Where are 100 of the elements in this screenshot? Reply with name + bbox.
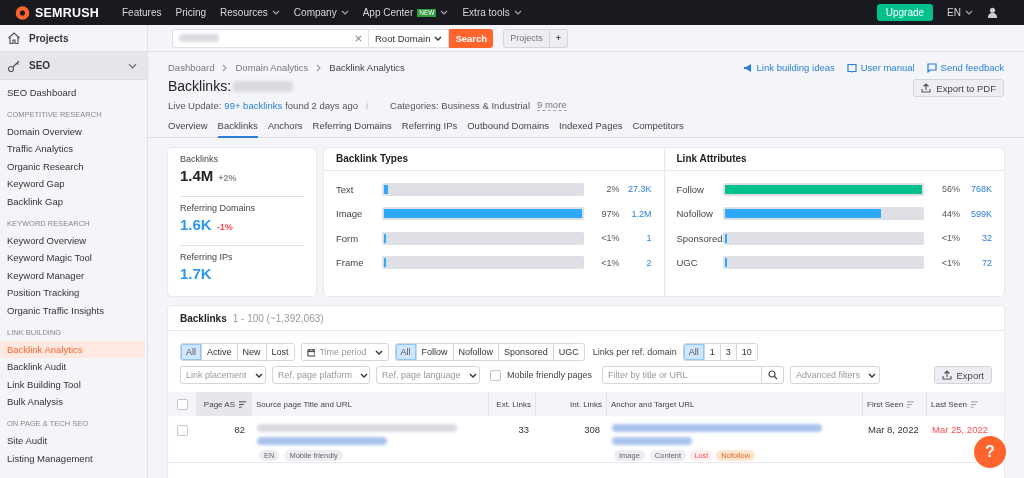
percent-value: <1% <box>600 257 620 268</box>
user-icon[interactable] <box>987 7 998 18</box>
sidebar-item[interactable]: Traffic Analytics <box>0 140 147 158</box>
count-link[interactable]: 768K <box>960 184 992 195</box>
column-header[interactable]: Ext. Links <box>488 392 535 416</box>
select-all-checkbox[interactable] <box>176 398 188 410</box>
sidebar-item[interactable]: Backlink Gap <box>0 192 147 211</box>
upload-icon <box>921 83 932 93</box>
projects-button[interactable]: Projects <box>504 29 549 47</box>
tab[interactable]: Anchors <box>267 119 303 136</box>
header-link[interactable]: Send feedback <box>926 62 1004 73</box>
tab[interactable]: Competitors <box>632 119 684 136</box>
count-link[interactable]: 599K <box>960 208 992 219</box>
tab[interactable]: Referring IPs <box>401 119 458 136</box>
sidebar-item[interactable]: Organic Research <box>0 157 147 176</box>
live-update-text: Live Update: <box>168 99 222 111</box>
export-pdf-button[interactable]: Export to PDF <box>913 79 1004 97</box>
metric-change: -1% <box>216 222 233 232</box>
breadcrumb-link[interactable]: Domain Analytics <box>235 62 309 73</box>
key-icon <box>7 58 21 73</box>
table-title: Backlinks <box>180 312 227 324</box>
row-checkbox[interactable] <box>176 425 188 436</box>
sidebar-item[interactable]: Keyword Manager <box>0 266 147 285</box>
sidebar-item[interactable]: Organic Traffic Insights <box>0 301 147 320</box>
sidebar-item[interactable]: Backlink Audit <box>0 358 147 376</box>
link-type-filter-button[interactable]: All <box>395 344 417 360</box>
tab[interactable]: Backlinks <box>217 119 258 138</box>
nav-menu-item[interactable]: Resources <box>220 7 280 18</box>
percent-value: 56% <box>941 184 960 195</box>
page-title: Backlinks: <box>168 78 232 94</box>
seo-nav-item[interactable]: SEO <box>0 52 147 80</box>
sidebar-item[interactable]: Keyword Gap <box>0 175 147 193</box>
blurred-link[interactable] <box>257 437 387 445</box>
percent-value: <1% <box>600 233 620 244</box>
caret-icon <box>468 372 477 378</box>
caret-icon <box>340 10 349 15</box>
count-link[interactable]: 2 <box>619 257 652 268</box>
nav-menu-item[interactable]: Company <box>293 7 349 18</box>
close-icon[interactable] <box>355 34 362 42</box>
search-icon <box>767 370 778 380</box>
sidebar-item[interactable]: Bulk Analysis <box>0 393 147 411</box>
checkbox[interactable] <box>490 369 501 381</box>
column-header[interactable]: Last Seen <box>926 392 1004 416</box>
nav-menu-item[interactable]: Pricing <box>175 7 207 18</box>
tab[interactable]: Referring Domains <box>312 119 392 136</box>
count-link[interactable]: 27.3K <box>619 184 652 195</box>
bar-label: Text <box>336 183 355 195</box>
filter-field[interactable]: Filter by title or URL <box>602 366 763 384</box>
sort-icon <box>970 400 980 408</box>
sidebar-item[interactable]: SEO Dashboard <box>0 84 147 102</box>
count-link[interactable]: 1.2M <box>619 208 652 219</box>
sidebar-item[interactable]: Link Building Tool <box>0 375 147 394</box>
calendar-icon <box>306 347 316 357</box>
info-icon[interactable] <box>365 100 370 110</box>
column-header[interactable]: Page AS <box>196 392 251 416</box>
categories-text: Categories: Business & Industrial <box>390 99 530 111</box>
percent-value: 97% <box>600 208 620 219</box>
sidebar-item[interactable]: Position Tracking <box>0 284 147 302</box>
column-header[interactable]: Source page Title and URL <box>251 392 488 416</box>
chevron-right-icon <box>222 63 228 72</box>
count-link[interactable]: 72 <box>960 257 992 268</box>
blurred-link[interactable] <box>612 437 692 445</box>
links-per-domain-button[interactable]: All <box>683 344 705 360</box>
blurred-link[interactable] <box>612 424 822 432</box>
house-icon <box>7 31 21 45</box>
status-filter-button[interactable]: All <box>181 344 202 360</box>
panel-title: Backlink Types <box>324 148 664 171</box>
nav-menu-item[interactable]: Features <box>122 7 162 18</box>
count-link[interactable]: 32 <box>960 233 992 244</box>
column-header[interactable]: Anchor and Target URL <box>606 392 862 416</box>
sidebar-item[interactable]: Domain Overview <box>0 122 147 141</box>
sidebar-item[interactable]: Keyword Magic Tool <box>0 249 147 267</box>
add-project-button[interactable]: + <box>548 29 567 47</box>
tab[interactable]: Overview <box>168 119 208 136</box>
tab[interactable]: Outbound Domains <box>467 119 550 136</box>
caret-icon <box>440 10 449 15</box>
column-header[interactable]: First Seen <box>862 392 926 416</box>
header-link[interactable]: User manual <box>846 62 915 73</box>
column-header[interactable]: Int. Links <box>535 392 606 416</box>
sidebar-item[interactable]: Keyword Overview <box>0 231 147 250</box>
scope-dropdown[interactable]: Root Domain <box>368 28 450 48</box>
sidebar-item[interactable]: Site Audit <box>0 431 147 450</box>
blurred-text <box>233 80 294 92</box>
sort-icon <box>238 400 247 408</box>
domain-search-field[interactable] <box>172 28 368 48</box>
more-categories-link[interactable]: 9 more <box>537 99 567 111</box>
breadcrumb-link[interactable]: Dashboard <box>168 62 215 73</box>
header-link[interactable]: Link building ideas <box>742 62 835 73</box>
search-button[interactable] <box>762 366 785 384</box>
book-icon <box>846 62 857 73</box>
sidebar-item[interactable]: Listing Management <box>0 449 147 468</box>
export-button[interactable]: Export <box>933 366 992 384</box>
backlinks-link[interactable]: 99+ backlinks <box>224 99 283 111</box>
nav-menu-item[interactable]: Extra tools <box>462 7 522 18</box>
breadcrumb-link[interactable]: Backlink Analytics <box>329 62 405 73</box>
count-link[interactable]: 1 <box>619 233 652 244</box>
panel-title: Link Attributes <box>664 148 1004 171</box>
metric-label: Referring Domains <box>180 203 257 213</box>
language-menu[interactable]: EN <box>947 7 973 18</box>
tab[interactable]: Indexed Pages <box>559 119 623 136</box>
